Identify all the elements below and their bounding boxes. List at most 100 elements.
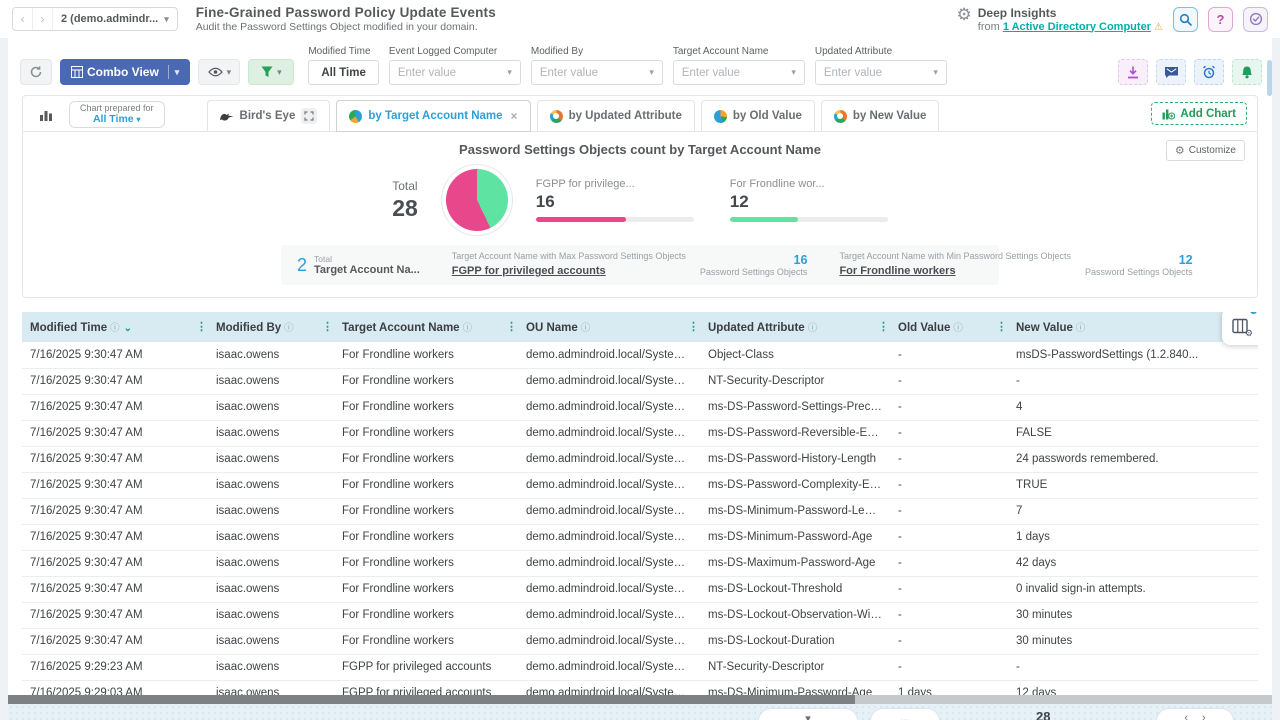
table-cell: demo.admindroid.local/System/P...	[518, 472, 700, 498]
legend-bar	[730, 217, 888, 222]
column-menu-icon[interactable]: ⋮	[506, 320, 517, 333]
column-settings-button[interactable]: ⚙	[1222, 312, 1258, 345]
summary-min-link[interactable]: For Frondline workers	[839, 265, 955, 277]
filter-input-updated-attribute[interactable]: Enter value▾	[815, 60, 947, 85]
report-table-zone: Modified Timeⓘ⌄⋮Modified Byⓘ⋮Target Acco…	[22, 312, 1258, 706]
table-cell: 7/16/2025 9:30:47 AM	[22, 472, 208, 498]
col-header-label: Modified Time	[30, 322, 107, 334]
table-row[interactable]: 7/16/2025 9:30:47 AMisaac.owensFor Frond…	[22, 342, 1258, 368]
chart-tabs: Bird's Eyeby Target Account Name×by Upda…	[207, 100, 940, 131]
table-row[interactable]: 7/16/2025 9:29:23 AMisaac.owensFGPP for …	[22, 654, 1258, 680]
column-menu-icon[interactable]: ⋮	[688, 320, 699, 333]
help-button[interactable]: ?	[1208, 7, 1233, 32]
table-row[interactable]: 7/16/2025 9:30:47 AMisaac.owensFor Frond…	[22, 368, 1258, 394]
table-row[interactable]: 7/16/2025 9:30:47 AMisaac.owensFor Frond…	[22, 550, 1258, 576]
table-row[interactable]: 7/16/2025 9:30:47 AMisaac.owensFor Frond…	[22, 420, 1258, 446]
chart-period-label: Chart prepared for	[80, 103, 154, 113]
table-cell: For Frondline workers	[334, 498, 518, 524]
filter-input-target-account-name[interactable]: Enter value ▾	[673, 60, 805, 85]
column-menu-icon[interactable]: ⋮	[996, 320, 1007, 333]
tab-bird-s-eye[interactable]: Bird's Eye	[207, 100, 331, 131]
table-cell: 7/16/2025 9:30:47 AM	[22, 498, 208, 524]
column-menu-icon[interactable]: ⋮	[196, 320, 207, 333]
tab-by-old-value[interactable]: by Old Value	[701, 100, 815, 131]
close-icon[interactable]: ×	[511, 109, 518, 123]
summary-min-title: Target Account Name with Min Password Se…	[839, 251, 1071, 261]
tab-by-target-account-name[interactable]: by Target Account Name×	[336, 100, 530, 132]
table-cell: isaac.owens	[208, 498, 334, 524]
filter-placeholder: Enter value	[682, 67, 740, 79]
nav-forward-button[interactable]: ›	[33, 7, 53, 31]
col-header-new-value[interactable]: New Valueⓘ⋮	[1008, 312, 1258, 342]
page-nav-buttons[interactable]: ‹ ›	[1156, 708, 1234, 720]
tab-by-updated-attribute[interactable]: by Updated Attribute	[537, 100, 695, 131]
table-cell: For Frondline workers	[334, 420, 518, 446]
summary-count-value: 2	[297, 255, 307, 276]
pie-chart[interactable]	[446, 169, 508, 231]
table-cell: 42 days	[1008, 550, 1258, 576]
chart-summary-strip: 2 Total Target Account Na... Target Acco…	[281, 245, 999, 285]
table-row[interactable]: 7/16/2025 9:30:47 AMisaac.owensFor Frond…	[22, 472, 1258, 498]
table-cell: For Frondline workers	[334, 628, 518, 654]
combo-view-button[interactable]: Combo View ▾	[60, 59, 190, 85]
filter-button[interactable]: ▾	[248, 59, 294, 85]
col-header-old-value[interactable]: Old Valueⓘ⋮	[890, 312, 1008, 342]
report-selector-dropdown[interactable]: 2 (demo.admindr... ▾	[53, 13, 177, 25]
col-header-ou-name[interactable]: OU Nameⓘ⋮	[518, 312, 700, 342]
pie-chart-icon	[834, 110, 847, 123]
email-report-button[interactable]	[1156, 59, 1186, 85]
table-cell: 7/16/2025 9:30:47 AM	[22, 524, 208, 550]
refresh-button[interactable]	[20, 59, 52, 85]
filter-input-event-logged-computer[interactable]: Enter value▾	[389, 60, 521, 85]
table-cell: isaac.owens	[208, 628, 334, 654]
view-columns-button[interactable]: ▾	[198, 59, 240, 85]
chart-period-value: All Time	[93, 113, 134, 125]
expand-icon[interactable]	[301, 108, 317, 124]
col-header-target-account-name[interactable]: Target Account Nameⓘ⋮	[334, 312, 518, 342]
col-header-modified-time[interactable]: Modified Timeⓘ⌄⋮	[22, 312, 208, 342]
legend-item-fgpp-for-privileged-accounts: FGPP for privilege...16	[536, 178, 694, 222]
table-cell: 7/16/2025 9:30:47 AM	[22, 550, 208, 576]
export-download-button[interactable]	[1118, 59, 1148, 85]
insights-source-link[interactable]: 1 Active Directory Computer	[1003, 21, 1151, 33]
bell-icon	[1241, 66, 1253, 79]
table-row[interactable]: 7/16/2025 9:30:47 AMisaac.owensFor Frond…	[22, 602, 1258, 628]
column-menu-icon[interactable]: ⋮	[322, 320, 333, 333]
rows-per-page-dropdown[interactable]: ▾	[758, 708, 858, 720]
chart-period-dropdown[interactable]: Chart prepared for All Time ▾	[69, 101, 165, 128]
table-row[interactable]: 7/16/2025 9:30:47 AMisaac.owensFor Frond…	[22, 498, 1258, 524]
chart-type-button[interactable]	[31, 101, 61, 129]
scrollbar-thumb[interactable]	[8, 695, 855, 704]
tab-by-new-value[interactable]: by New Value	[821, 100, 940, 131]
chevron-down-icon: ▾	[933, 67, 938, 78]
vertical-scrollbar[interactable]	[1267, 60, 1272, 96]
add-chart-button[interactable]: Add Chart	[1151, 102, 1247, 125]
table-cell: 30 minutes	[1008, 602, 1258, 628]
search-button[interactable]	[1173, 7, 1198, 32]
table-cell: For Frondline workers	[334, 576, 518, 602]
table-row[interactable]: 7/16/2025 9:30:47 AMisaac.owensFor Frond…	[22, 628, 1258, 654]
table-row[interactable]: 7/16/2025 9:30:47 AMisaac.owensFor Frond…	[22, 524, 1258, 550]
table-row[interactable]: 7/16/2025 9:30:47 AMisaac.owensFor Frond…	[22, 446, 1258, 472]
nav-back-button[interactable]: ‹	[13, 7, 33, 31]
table-row[interactable]: 7/16/2025 9:30:47 AMisaac.owensFor Frond…	[22, 394, 1258, 420]
horizontal-scrollbar[interactable]	[8, 695, 1272, 704]
summary-max-link[interactable]: FGPP for privileged accounts	[452, 265, 606, 277]
table-cell: 7/16/2025 9:30:47 AM	[22, 342, 208, 368]
filter-input-modified-by[interactable]: Enter value▾	[531, 60, 663, 85]
table-cell: 4	[1008, 394, 1258, 420]
alerts-button[interactable]	[1232, 59, 1262, 85]
table-cell: For Frondline workers	[334, 602, 518, 628]
table-cell: demo.admindroid.local/System/P...	[518, 420, 700, 446]
schedule-button[interactable]	[1194, 59, 1224, 85]
filter-value-modified-time[interactable]: All Time	[308, 60, 379, 85]
pie-chart-icon	[550, 110, 563, 123]
column-menu-icon[interactable]: ⋮	[878, 320, 889, 333]
chevron-down-icon: ▾	[791, 67, 796, 78]
col-header-updated-attribute[interactable]: Updated Attributeⓘ⋮	[700, 312, 890, 342]
customize-button[interactable]: ⚙ Customize	[1166, 140, 1245, 161]
status-check-button[interactable]	[1243, 7, 1268, 32]
page-options-button[interactable]: ...	[870, 708, 940, 720]
col-header-modified-by[interactable]: Modified Byⓘ⋮	[208, 312, 334, 342]
table-row[interactable]: 7/16/2025 9:30:47 AMisaac.owensFor Frond…	[22, 576, 1258, 602]
